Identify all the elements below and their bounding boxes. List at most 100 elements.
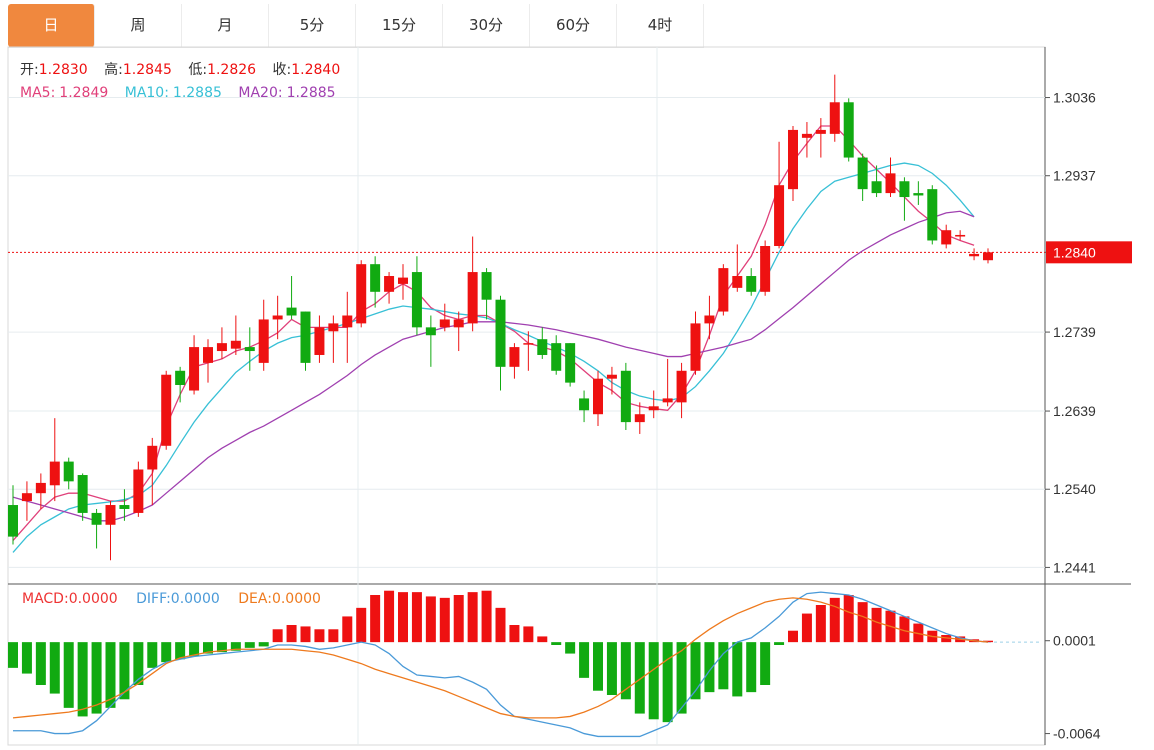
candle-body bbox=[189, 347, 200, 391]
candle-body bbox=[593, 378, 603, 415]
candle-body bbox=[300, 311, 311, 363]
ma5-value: 1.2849 bbox=[59, 85, 108, 101]
macd-bar bbox=[35, 642, 46, 685]
macd-bar bbox=[384, 590, 395, 643]
high-label: 高: bbox=[104, 61, 123, 78]
candle-body bbox=[105, 505, 116, 525]
candle-body bbox=[203, 347, 213, 363]
macd-bar bbox=[328, 629, 339, 643]
candle-body bbox=[495, 299, 506, 367]
candle-body bbox=[927, 189, 938, 241]
y-tick-label: 1.3036 bbox=[1053, 90, 1096, 106]
candle-body bbox=[537, 339, 548, 355]
y-tick-label: 1.2739 bbox=[1053, 324, 1096, 340]
high-value: 1.2845 bbox=[123, 62, 172, 78]
candle-body bbox=[955, 234, 966, 237]
macd-bar bbox=[537, 636, 548, 643]
last-price-label: 1.2840 bbox=[1053, 244, 1096, 260]
candle-body bbox=[342, 315, 353, 328]
candle-body bbox=[49, 461, 60, 486]
macd-bar bbox=[801, 613, 812, 643]
candle-body bbox=[244, 347, 255, 352]
candle-body bbox=[857, 157, 868, 190]
candle-body bbox=[983, 252, 993, 261]
macd-bar bbox=[593, 642, 603, 691]
macd-bar bbox=[634, 642, 645, 714]
candle-body bbox=[774, 185, 785, 247]
candle-body bbox=[356, 264, 367, 324]
candle-body bbox=[175, 370, 186, 385]
candle-body bbox=[913, 193, 924, 196]
candle-body bbox=[8, 505, 18, 537]
candle-body bbox=[690, 323, 701, 371]
macd-bar bbox=[732, 642, 743, 697]
candle-body bbox=[746, 276, 757, 292]
y-tick-label: 1.2639 bbox=[1053, 403, 1096, 419]
candle-body bbox=[760, 246, 771, 292]
candle-body bbox=[21, 493, 32, 502]
ma-header: MA5: 1.2849 MA10: 1.2885 MA20: 1.2885 bbox=[20, 85, 336, 101]
macd-bar bbox=[509, 625, 520, 643]
candle-body bbox=[384, 276, 395, 292]
open-label: 开: bbox=[20, 62, 39, 78]
candle-body bbox=[620, 370, 631, 423]
macd-bar bbox=[857, 602, 868, 643]
chart-canvas[interactable]: 1.3036 1.2937 1.2840 1.2739 1.2639 1.2540 1.24… bbox=[0, 0, 1154, 750]
price-axis: 1.3036 1.2937 1.2840 1.2739 1.2639 1.2540 1.24… bbox=[1045, 90, 1132, 742]
ma20-label: MA20: bbox=[238, 85, 282, 101]
macd-bar bbox=[579, 642, 590, 678]
candle-body bbox=[523, 343, 534, 345]
macd-bar bbox=[829, 597, 840, 643]
candle-body bbox=[439, 319, 450, 328]
close-label: 收: bbox=[273, 62, 292, 78]
macd-bar bbox=[453, 595, 464, 643]
macd-value: 0.0000 bbox=[69, 591, 118, 607]
macd-bar bbox=[411, 592, 422, 643]
macd-bar bbox=[662, 642, 673, 723]
macd-bar bbox=[620, 642, 631, 700]
y-tick-label: 1.2540 bbox=[1053, 481, 1096, 497]
macd-bar bbox=[398, 592, 408, 643]
candle-body bbox=[230, 340, 241, 349]
y-tick-label: 1.2937 bbox=[1053, 168, 1096, 184]
macd-bar bbox=[91, 642, 102, 714]
candle-body bbox=[509, 347, 520, 367]
candle-body bbox=[63, 461, 74, 482]
ma5-label: MA5: bbox=[20, 85, 55, 101]
candle-body bbox=[801, 133, 812, 138]
candle-body bbox=[398, 277, 408, 284]
candle-body bbox=[147, 445, 158, 470]
candlestick-series bbox=[8, 74, 993, 561]
candle-body bbox=[35, 482, 46, 494]
candle-body bbox=[662, 398, 673, 403]
candle-body bbox=[77, 475, 88, 513]
macd-bar bbox=[565, 642, 576, 654]
candle-body bbox=[941, 230, 952, 245]
candle-body bbox=[829, 102, 840, 134]
candle-body bbox=[161, 374, 172, 446]
macd-bar bbox=[481, 590, 492, 643]
macd-bar bbox=[606, 642, 617, 695]
macd-bar bbox=[63, 642, 74, 708]
candle-body bbox=[328, 323, 339, 332]
candle-body bbox=[871, 181, 882, 194]
macd-bar bbox=[774, 642, 785, 645]
diff-label: DIFF: bbox=[136, 591, 171, 607]
candle-body bbox=[119, 505, 130, 509]
candle-body bbox=[551, 343, 562, 371]
macd-bar bbox=[147, 642, 158, 668]
candle-body bbox=[899, 181, 910, 198]
candle-body bbox=[815, 129, 826, 134]
macd-bar bbox=[871, 607, 882, 643]
candle-body bbox=[314, 327, 325, 355]
low-value: 1.2826 bbox=[207, 62, 256, 78]
candle-body bbox=[370, 264, 381, 292]
macd-bar bbox=[439, 597, 450, 643]
candle-body bbox=[732, 276, 743, 288]
candle-body bbox=[425, 327, 436, 336]
macd-bar bbox=[77, 642, 88, 717]
dea-value: 0.0000 bbox=[272, 591, 321, 607]
candle-body bbox=[843, 102, 854, 158]
open-value: 1.2830 bbox=[39, 62, 88, 78]
macd-bar bbox=[788, 630, 798, 643]
